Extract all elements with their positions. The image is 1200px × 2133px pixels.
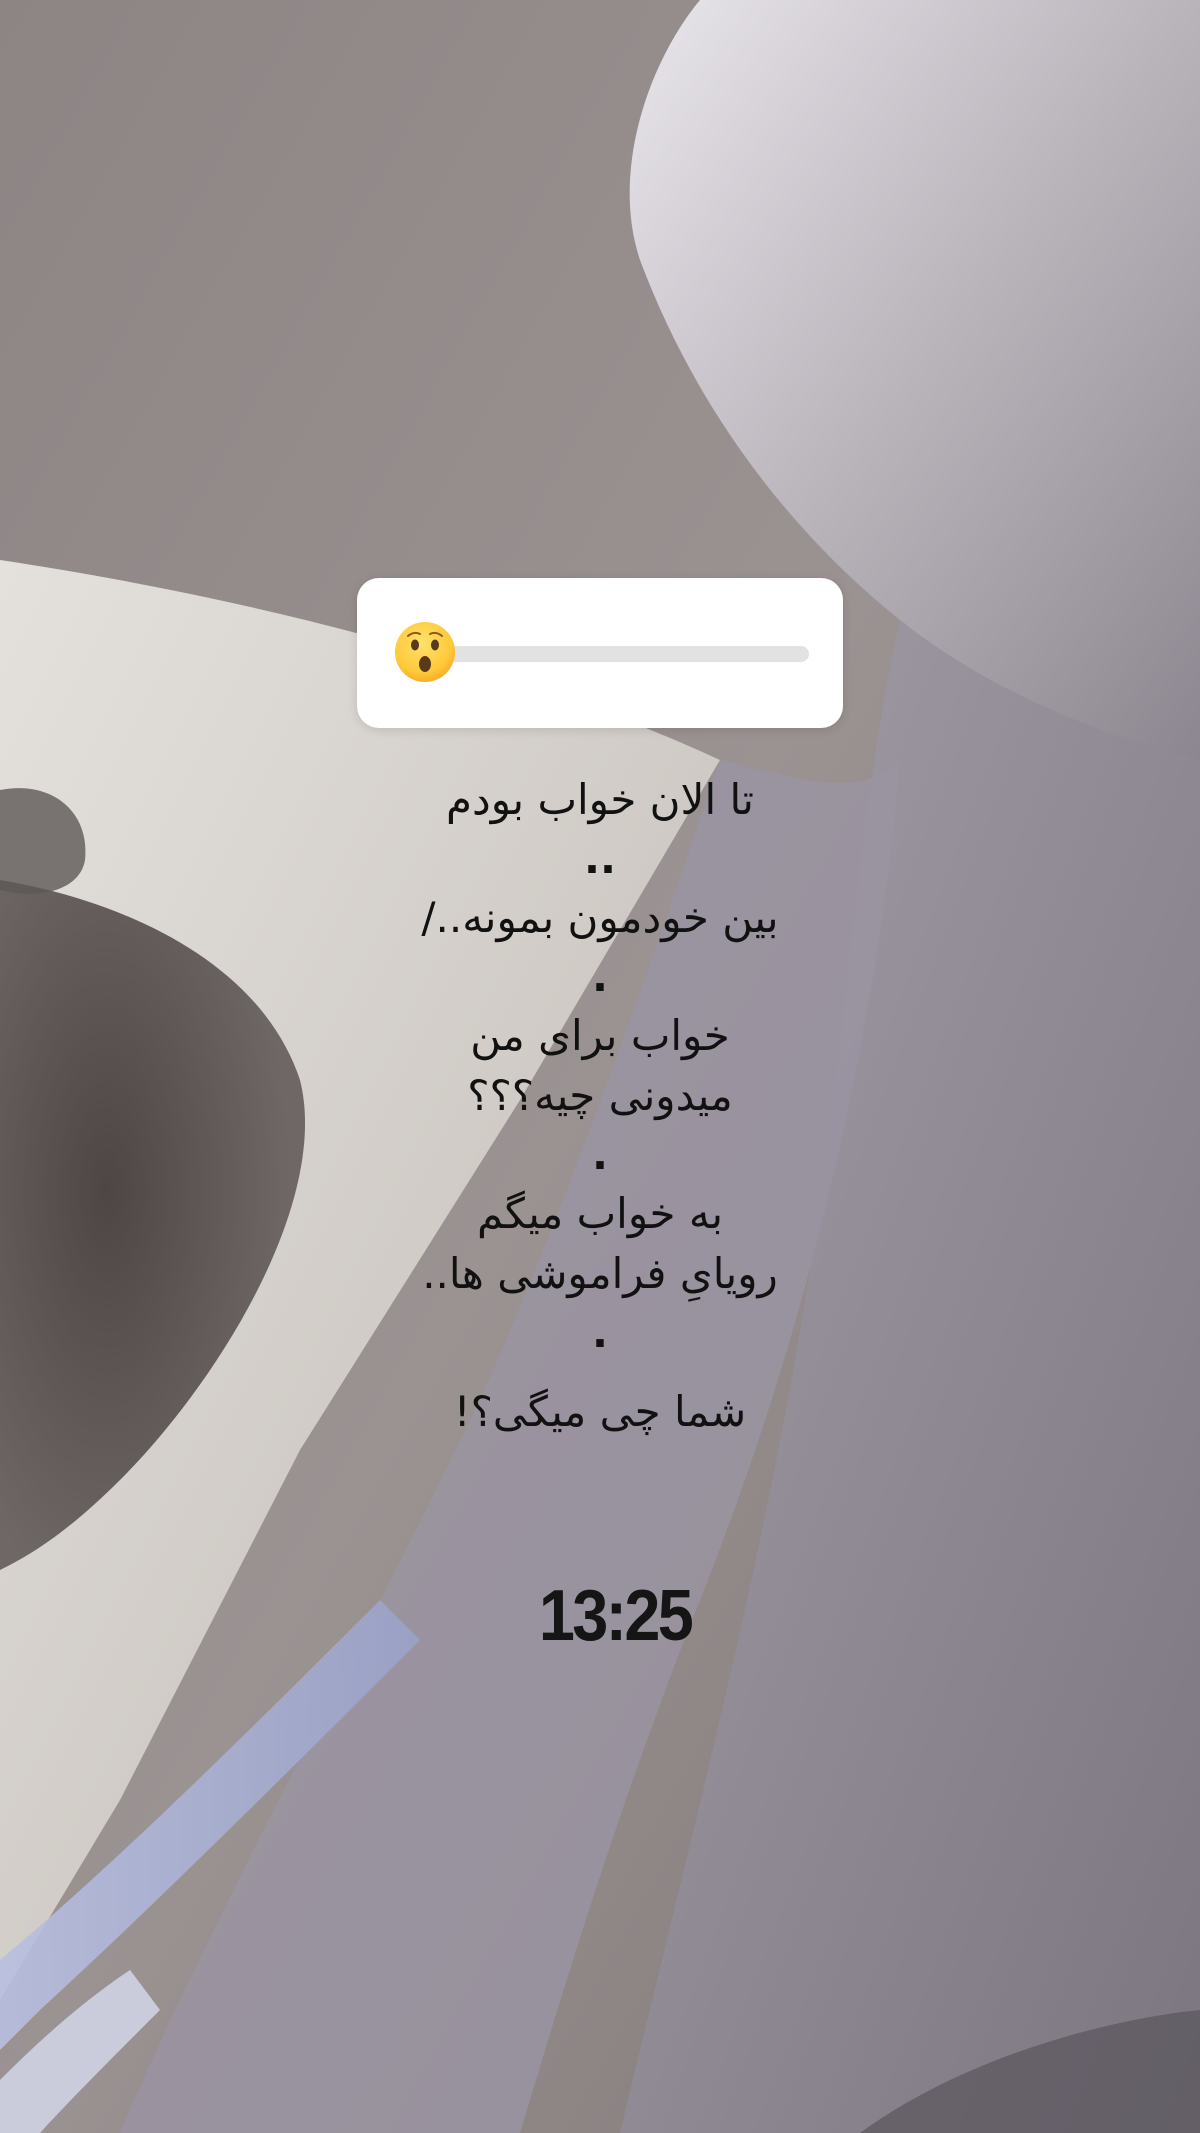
surprised-face-icon[interactable] (393, 620, 457, 684)
emoji-slider-sticker[interactable] (357, 578, 843, 728)
caption-line: بین خودمون بمونه../ (421, 893, 779, 942)
slider-track[interactable] (425, 646, 809, 662)
story-caption: تا الان خواب بودم .. بین خودمون بمونه../… (300, 770, 900, 1442)
caption-line: تا الان خواب بودم (446, 775, 754, 824)
caption-separator: .. (584, 834, 616, 883)
caption-line: به خواب میگم (476, 1189, 724, 1238)
time-sticker[interactable]: 13:25 (467, 1575, 764, 1657)
caption-line: خواب برای من (470, 1011, 730, 1060)
caption-line: شما چی میگی؟! (453, 1387, 747, 1436)
caption-line: میدونی چیه؟؟؟ (467, 1071, 733, 1120)
caption-separator: . (592, 952, 608, 1001)
caption-separator: . (592, 1308, 608, 1357)
caption-separator: . (592, 1130, 608, 1179)
caption-line: رویایِ فراموشی ها.. (422, 1249, 778, 1298)
